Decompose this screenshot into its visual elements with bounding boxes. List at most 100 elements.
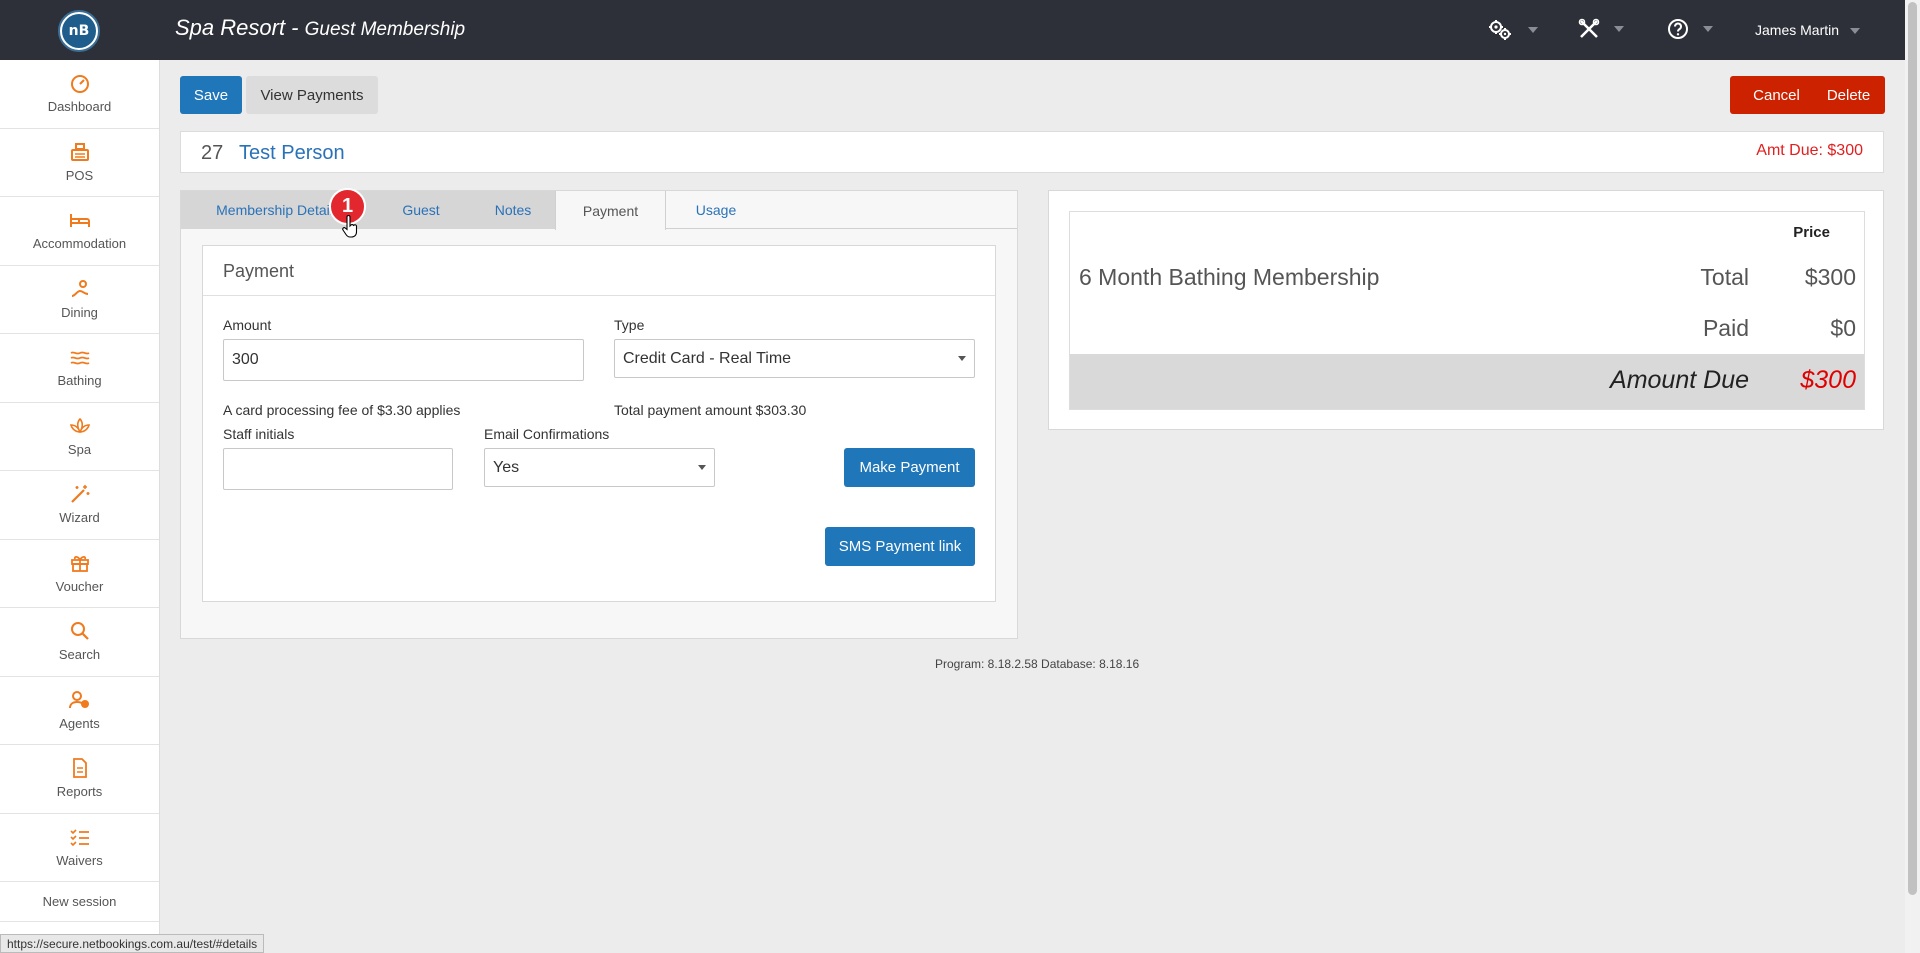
sidebar-item-bathing[interactable]: Bathing bbox=[0, 334, 159, 403]
membership-id: 27 bbox=[201, 142, 224, 164]
settings-menu[interactable] bbox=[1486, 18, 1538, 42]
status-bar-url: https://secure.netbookings.com.au/test/#… bbox=[0, 934, 265, 953]
amount-due-value: $300 bbox=[1800, 366, 1856, 394]
payment-type-select[interactable]: Credit Card - Real Time bbox=[614, 339, 975, 378]
price-column-header: Price bbox=[1793, 224, 1830, 241]
waves-icon bbox=[70, 351, 89, 365]
tab-notes[interactable]: Notes bbox=[471, 191, 555, 229]
amount-label: Amount bbox=[223, 317, 272, 333]
fee-note: A card processing fee of $3.30 applies bbox=[223, 402, 461, 418]
staff-initials-input[interactable] bbox=[223, 448, 453, 490]
app-logo[interactable]: nB bbox=[58, 10, 100, 52]
sms-payment-link-button[interactable]: SMS Payment link bbox=[825, 527, 975, 566]
sidebar-item-label: Voucher bbox=[55, 578, 104, 594]
tab-strip: Membership Details Guest Notes Payment U… bbox=[181, 191, 1017, 230]
agents-icon bbox=[68, 690, 89, 708]
sidebar-item-pos[interactable]: POS bbox=[0, 129, 159, 197]
scrollbar-thumb[interactable] bbox=[1908, 2, 1917, 895]
price-summary-table: Price 6 Month Bathing Membership Total $… bbox=[1069, 211, 1865, 410]
amount-due-label: Amount Due bbox=[1610, 366, 1749, 394]
staff-initials-label: Staff initials bbox=[223, 426, 295, 442]
sidebar-item-label: Wizard bbox=[59, 510, 100, 526]
email-confirmations-select[interactable]: Yes bbox=[484, 448, 715, 487]
amount-due-row: Amount Due $300 bbox=[1070, 354, 1864, 409]
membership-item-name: 6 Month Bathing Membership bbox=[1079, 264, 1380, 290]
user-menu[interactable]: James Martin bbox=[1755, 22, 1839, 38]
lotus-icon bbox=[69, 417, 90, 434]
sidebar-item-search[interactable]: Search bbox=[0, 608, 159, 677]
total-note: Total payment amount $303.30 bbox=[614, 402, 807, 418]
guest-name-link[interactable]: Test Person bbox=[239, 142, 345, 165]
top-bar: nB Spa Resort - Guest Membership James M… bbox=[0, 0, 1905, 60]
cash-register-icon bbox=[70, 142, 89, 161]
paid-label: Paid bbox=[1702, 315, 1749, 341]
amount-due-header: Amt Due: $300 bbox=[1756, 142, 1863, 159]
magic-wand-icon bbox=[70, 485, 89, 504]
cancel-button[interactable]: Cancel bbox=[1730, 76, 1823, 114]
tab-payment[interactable]: Payment bbox=[555, 191, 666, 230]
gears-icon bbox=[1489, 20, 1511, 40]
price-summary-panel: Price 6 Month Bathing Membership Total $… bbox=[1048, 190, 1884, 430]
chevron-down-icon bbox=[1703, 26, 1713, 32]
delete-button[interactable]: Delete bbox=[1812, 76, 1885, 114]
gift-icon bbox=[70, 555, 89, 572]
guest-header: 27 Test Person Amt Due: $300 bbox=[180, 131, 1884, 173]
tools-menu[interactable] bbox=[1578, 18, 1624, 40]
sidebar-item-wizard[interactable]: Wizard bbox=[0, 471, 159, 540]
chevron-down-icon bbox=[698, 464, 706, 470]
view-payments-button[interactable]: View Payments bbox=[246, 76, 378, 114]
chevron-down-icon bbox=[1850, 28, 1860, 34]
total-value: $300 bbox=[1804, 264, 1856, 290]
sidebar-item-agents[interactable]: Agents bbox=[0, 677, 159, 745]
total-label: Total bbox=[1700, 264, 1749, 290]
dining-icon bbox=[71, 279, 88, 297]
sidebar-item-label: Agents bbox=[59, 715, 100, 731]
email-confirmations-value: Yes bbox=[493, 458, 520, 476]
sidebar-item-reports[interactable]: Reports bbox=[0, 745, 159, 814]
sidebar-item-label: Accommodation bbox=[32, 236, 127, 252]
page-title: Spa Resort - Guest Membership bbox=[175, 15, 465, 41]
payment-form-title: Payment bbox=[203, 246, 995, 296]
sidebar-item-label: Waivers bbox=[56, 852, 103, 868]
sidebar-item-label: Reports bbox=[56, 784, 103, 800]
app-title-text: Spa Resort - bbox=[175, 15, 305, 40]
sidebar-item-label: Spa bbox=[67, 441, 92, 457]
new-session-link[interactable]: New session bbox=[0, 882, 159, 922]
help-menu[interactable] bbox=[1667, 18, 1713, 40]
sidebar-item-dining[interactable]: Dining bbox=[0, 266, 159, 334]
type-label: Type bbox=[614, 317, 645, 333]
bed-icon bbox=[69, 214, 90, 228]
chevron-down-icon bbox=[1528, 27, 1538, 33]
sidebar-item-label: Dining bbox=[61, 304, 98, 320]
sidebar-item-label: Dashboard bbox=[47, 99, 112, 115]
save-button[interactable]: Save bbox=[180, 76, 242, 114]
logo-text: nB bbox=[62, 14, 96, 48]
sidebar-item-voucher[interactable]: Voucher bbox=[0, 540, 159, 608]
tab-usage[interactable]: Usage bbox=[666, 191, 766, 229]
payment-type-value: Credit Card - Real Time bbox=[623, 349, 792, 367]
sidebar-item-label: Bathing bbox=[57, 373, 102, 389]
sidebar-item-label: Search bbox=[58, 647, 101, 663]
help-icon bbox=[1668, 19, 1688, 39]
sidebar-item-spa[interactable]: Spa bbox=[0, 403, 159, 471]
paid-value: $0 bbox=[1830, 315, 1856, 341]
page-scrollbar[interactable] bbox=[1905, 0, 1920, 953]
sidebar: Dashboard POS Accommodation Dining Bathi… bbox=[0, 60, 160, 953]
search-icon bbox=[70, 622, 89, 641]
sidebar-item-label: POS bbox=[65, 167, 94, 183]
document-icon bbox=[72, 758, 87, 779]
sidebar-item-accommodation[interactable]: Accommodation bbox=[0, 197, 159, 266]
tools-icon bbox=[1578, 18, 1600, 38]
sidebar-item-dashboard[interactable]: Dashboard bbox=[0, 60, 159, 129]
amount-input[interactable]: 300 bbox=[223, 339, 584, 381]
sidebar-item-waivers[interactable]: Waivers bbox=[0, 814, 159, 882]
hand-cursor-icon bbox=[342, 215, 358, 238]
tab-guest-label[interactable]: Guest bbox=[371, 191, 471, 229]
chevron-down-icon bbox=[1614, 26, 1624, 32]
version-info: Program: 8.18.2.58 Database: 8.18.16 bbox=[935, 657, 1140, 671]
app-subtitle: Guest Membership bbox=[304, 19, 466, 40]
dashboard-icon bbox=[70, 75, 89, 94]
chevron-down-icon bbox=[958, 355, 966, 361]
payment-form: Payment Amount 300 Type Credit Card - Re… bbox=[202, 245, 996, 602]
make-payment-button[interactable]: Make Payment bbox=[844, 448, 975, 487]
